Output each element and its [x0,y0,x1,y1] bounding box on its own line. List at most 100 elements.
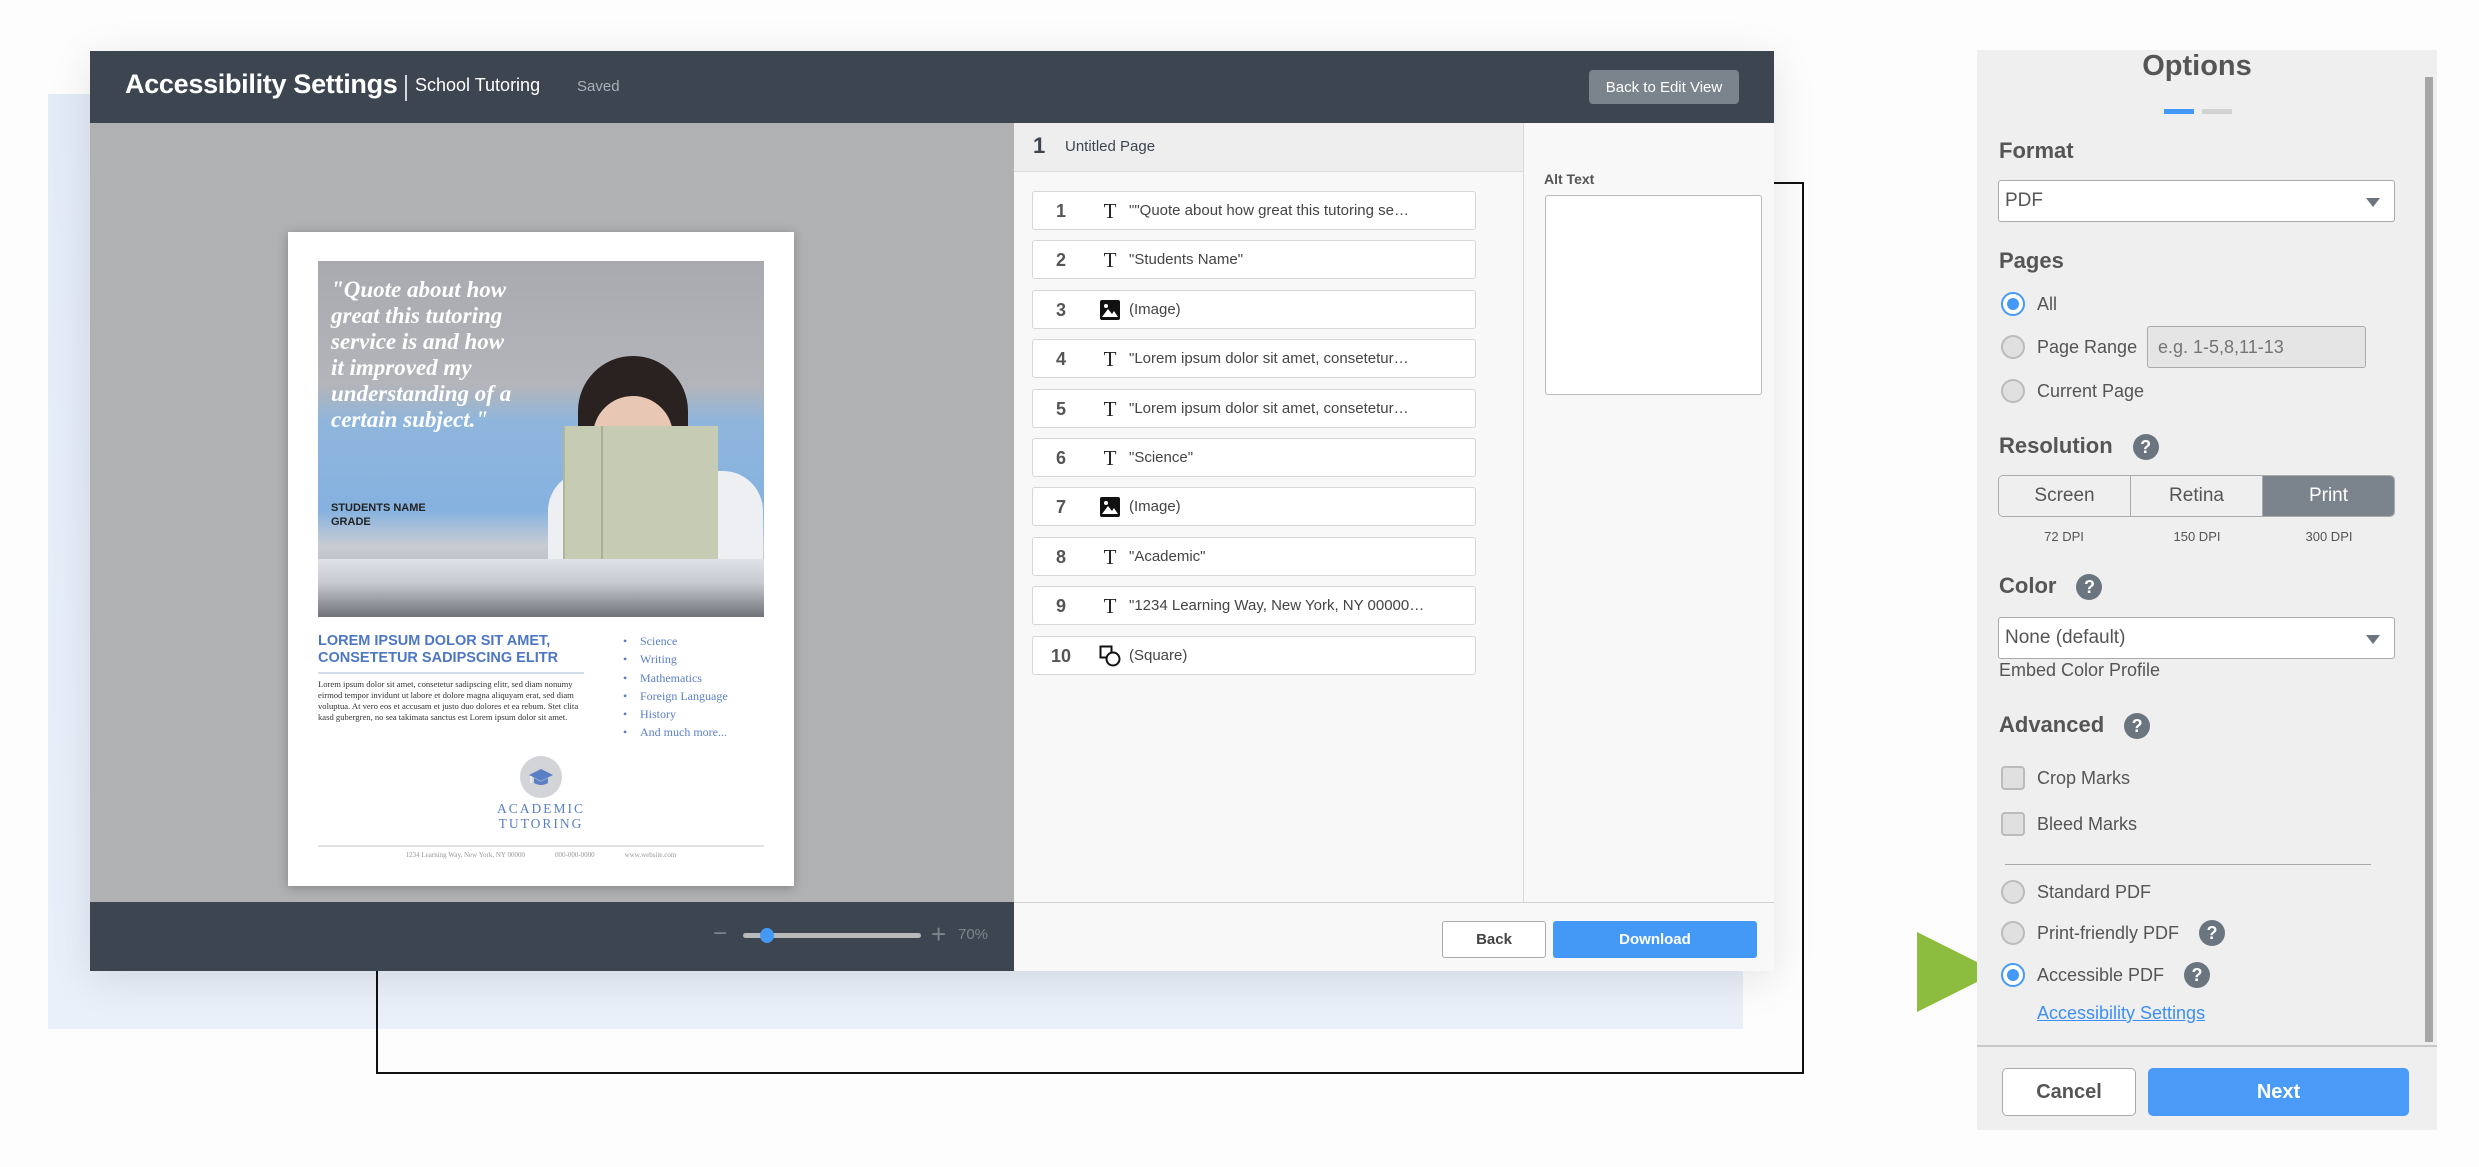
resolution-retina-button[interactable]: Retina [2131,476,2263,516]
element-list-item[interactable]: 6 T "Science" [1032,438,1476,477]
color-label-text: Color [1999,573,2057,598]
page-name: Untitled Page [1065,138,1156,155]
help-icon[interactable]: ? [2124,713,2151,740]
back-to-edit-view-button[interactable]: Back to Edit View [1589,70,1739,104]
zoom-out-button[interactable]: − [713,922,727,946]
element-list-item[interactable]: 8 T "Academic" [1032,536,1476,576]
top-bar: Accessibility Settings School Tutoring S… [90,51,1774,123]
hero-image: "Quote about how great this tutoring ser… [318,261,764,617]
page-title: Accessibility Settings [125,69,398,99]
advanced-label: Advanced? [1999,712,2151,740]
dialog-footer: Back Download [1014,902,1774,971]
subject-list: Science Writing Mathematics Foreign Lang… [623,632,728,742]
radio-label: Print-friendly PDF [2037,922,2180,943]
page-preview-area: "Quote about how great this tutoring ser… [90,123,1014,902]
help-icon[interactable]: ? [2199,920,2226,946]
element-list-item[interactable]: 3 (Image) [1032,289,1476,329]
checkbox-label: Bleed Marks [2037,813,2138,834]
radio-selected[interactable] [2001,292,2025,316]
document-page[interactable]: "Quote about how great this tutoring ser… [288,232,794,886]
radio[interactable] [2001,880,2025,904]
image-icon [1099,299,1121,321]
text-icon: T [1103,199,1117,223]
radio-label: Current Page [2037,380,2145,401]
element-number: 10 [1050,645,1072,666]
pages-range-radio[interactable]: Page Range [2001,335,2137,359]
next-button[interactable]: Next [2148,1068,2409,1116]
accessible-pdf-radio[interactable]: Accessible PDF ? [2001,962,2211,988]
text-icon: T [1103,594,1117,619]
resolution-print-button[interactable]: Print [2263,476,2394,516]
image-icon [1099,496,1121,518]
download-button[interactable]: Download [1553,921,1757,958]
step-indicator-inactive [2202,109,2232,114]
element-list-item[interactable]: 10 (Square) [1032,635,1476,675]
resolution-screen-button[interactable]: Screen [1999,476,2131,516]
back-button[interactable]: Back [1442,921,1546,958]
page-range-input[interactable] [2147,326,2366,368]
radio[interactable] [2001,335,2025,359]
pages-label: Pages [1999,248,2064,273]
accessibility-settings-link[interactable]: Accessibility Settings [2037,1003,2205,1024]
pages-all-radio[interactable]: All [2001,292,2057,316]
pages-current-radio[interactable]: Current Page [2001,379,2144,403]
format-select[interactable]: PDF [1998,180,2395,222]
radio-label: All [2037,293,2058,314]
help-icon[interactable]: ? [2132,434,2159,461]
help-icon[interactable]: ? [2076,574,2103,601]
color-label: Color? [1999,573,2103,601]
stage: Accessibility Settings School Tutoring S… [0,0,2479,1167]
document-name: School Tutoring [415,75,541,95]
scrollbar[interactable] [2425,77,2433,1042]
step-indicator-active [2164,109,2194,114]
page-number: 1 [1033,133,1046,158]
element-label: (Image) [1129,498,1181,516]
element-list-item[interactable]: 2 T "Students Name" [1032,240,1476,280]
bleed-marks-checkbox[interactable]: Bleed Marks [2001,812,2137,836]
element-label: ""Quote about how great this tutoring se… [1129,202,1409,219]
cancel-button[interactable]: Cancel [2002,1068,2136,1116]
heading-rule [318,672,584,674]
quote-text: "Quote about how great this tutoring ser… [331,277,512,432]
help-icon[interactable]: ? [2184,962,2211,988]
zoom-slider-thumb[interactable] [759,928,774,943]
connector-line [376,1072,1804,1074]
element-list-item[interactable]: 4 T "Lorem ipsum dolor sit amet, consetetu… [1032,339,1476,379]
element-label: "Students Name" [1129,251,1244,269]
element-list-item[interactable]: 1 T ""Quote about how great this tutoring … [1032,191,1476,230]
checkbox[interactable] [2001,766,2025,790]
checkbox[interactable] [2001,812,2025,836]
element-number: 3 [1055,299,1066,320]
standard-pdf-radio[interactable]: Standard PDF [2001,880,2151,904]
print-friendly-pdf-radio[interactable]: Print-friendly PDF ? [2001,920,2226,946]
element-number: 8 [1055,546,1066,567]
photo-book [563,426,718,571]
crop-marks-checkbox[interactable]: Crop Marks [2001,766,2130,790]
element-label: "1234 Learning Way, New York, NY 00000… [1129,597,1425,615]
text-icon: T [1103,347,1117,372]
alt-text-input[interactable] [1545,195,1762,395]
element-list-item[interactable]: 5 T "Lorem ipsum dolor sit amet, consetetu… [1032,388,1476,428]
footer-address: 1234 Learning Way, New York, NY 00000 [405,851,525,859]
zoom-slider[interactable] [743,928,921,943]
element-list-item[interactable]: 7 (Image) [1032,487,1476,527]
text-icon: T [1103,446,1117,470]
radio[interactable] [2001,921,2025,945]
options-panel: Options Format PDF Pages All Page Range … [1977,50,2437,1130]
element-label: "Lorem ipsum dolor sit amet, consetetur… [1129,350,1409,368]
subject-item: Writing [623,650,728,668]
text-icon: T [1103,248,1117,273]
element-number: 1 [1055,201,1066,221]
radio-selected[interactable] [2001,963,2025,987]
document-heading: LOREM IPSUM DOLOR SIT AMET, CONSETETUR S… [318,633,559,666]
element-list-item[interactable]: 9 T "1234 Learning Way, New York, NY 00000… [1032,586,1476,626]
format-value: PDF [2005,190,2043,211]
element-number: 5 [1055,398,1066,419]
page-header[interactable]: 1 Untitled Page [1014,123,1523,172]
subject-item: Foreign Language [623,687,728,705]
dpi-label: 300 DPI [2305,529,2353,544]
options-title: Options [2142,50,2252,82]
radio[interactable] [2001,379,2025,403]
zoom-in-button[interactable]: + [931,921,946,947]
color-select[interactable]: None (default) [1998,617,2395,659]
